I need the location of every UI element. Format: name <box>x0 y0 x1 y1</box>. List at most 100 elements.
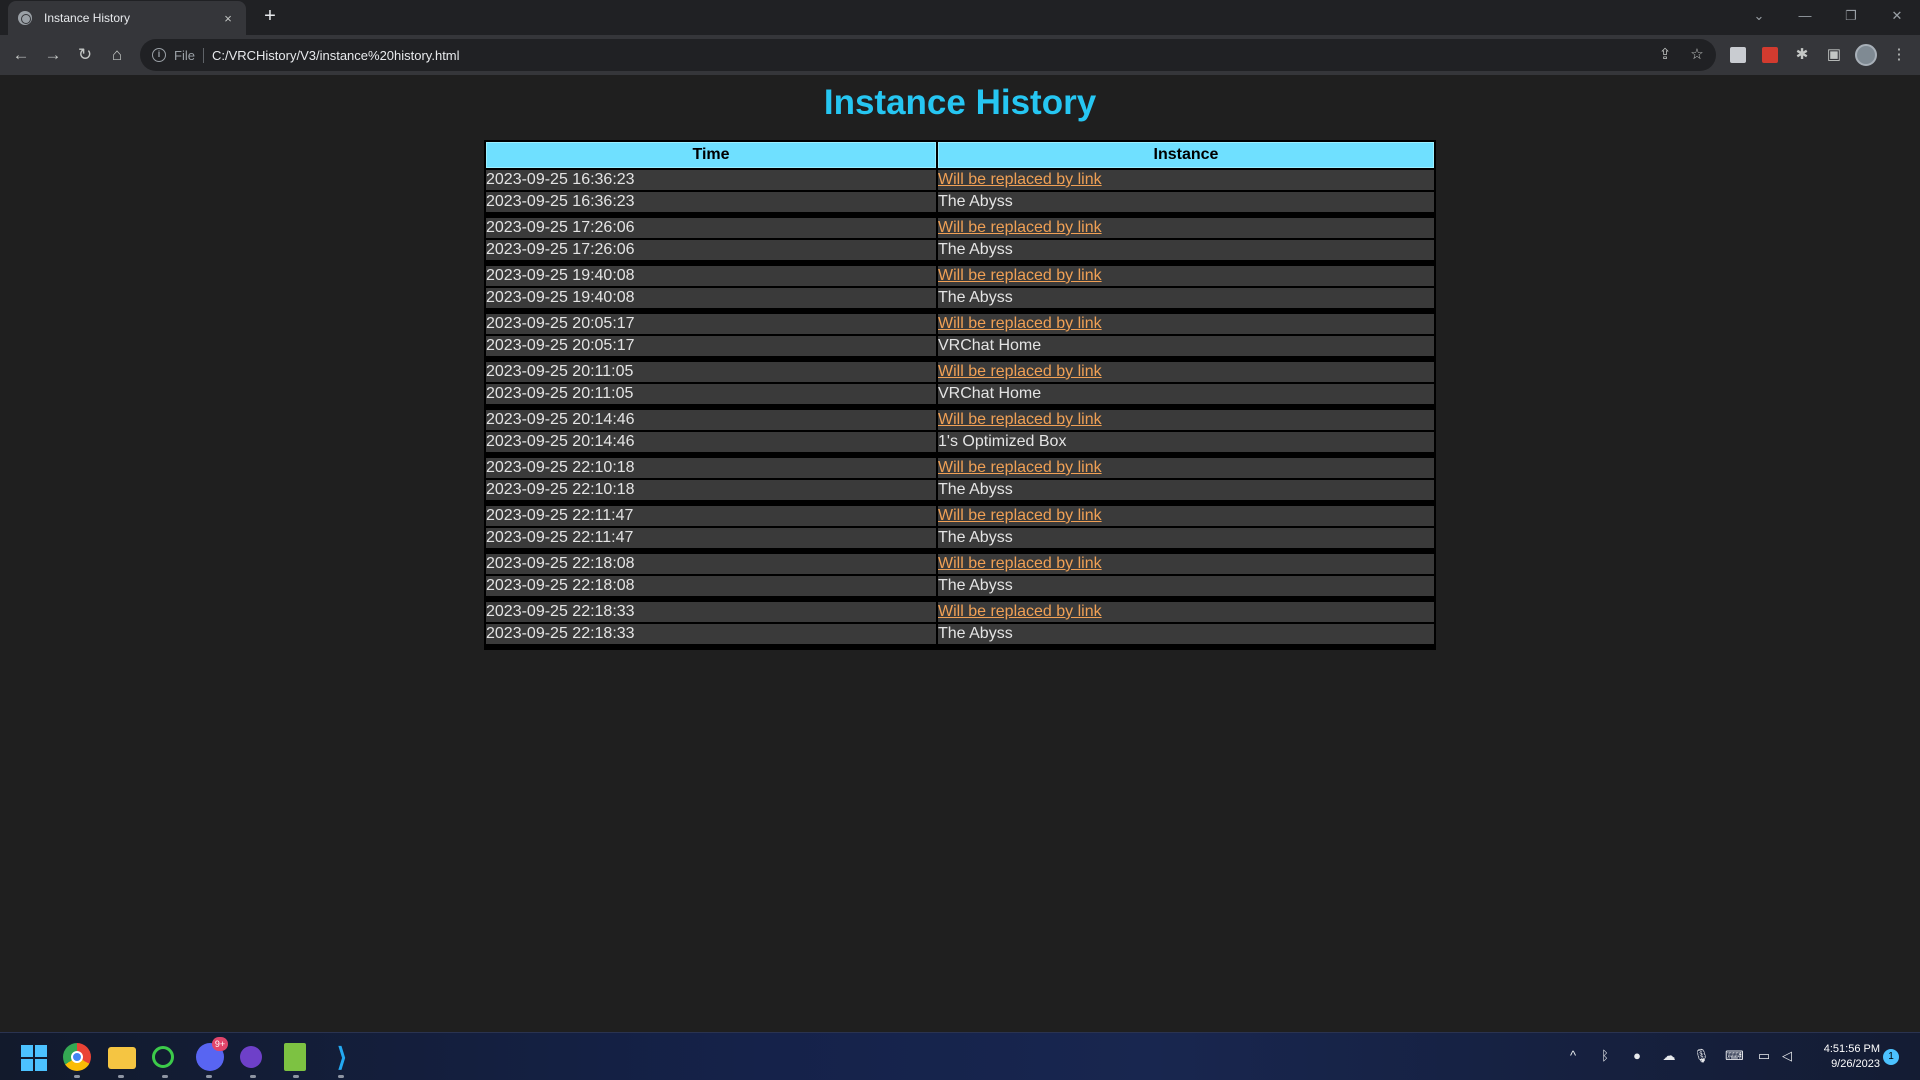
instance-name-cell: The Abyss <box>938 480 1434 500</box>
instance-link[interactable]: Will be replaced by link <box>938 363 1102 380</box>
spacer-cell <box>938 454 1434 456</box>
new-tab-button[interactable]: + <box>258 4 282 28</box>
extension-icon[interactable] <box>1762 47 1778 63</box>
running-indicator <box>118 1075 124 1078</box>
table-header-row: Time Instance <box>486 142 1434 168</box>
spacer-cell <box>938 598 1434 600</box>
onedrive-cloud-icon[interactable]: ☁ <box>1661 1048 1677 1064</box>
spacer-cell <box>486 262 936 264</box>
spacer-cell <box>938 214 1434 216</box>
spacer-cell <box>938 646 1434 648</box>
table-row: 2023-09-25 20:11:05 Will be replaced by l… <box>486 362 1434 382</box>
microphone-icon[interactable]: 🎙 <box>1693 1048 1710 1064</box>
forward-icon[interactable]: → <box>41 43 65 67</box>
table-row: 2023-09-25 22:10:18 Will be replaced by l… <box>486 458 1434 478</box>
time-cell: 2023-09-25 22:11:47 <box>486 506 936 526</box>
instance-link[interactable]: Will be replaced by link <box>938 603 1102 620</box>
steam-icon[interactable]: ● <box>1629 1048 1645 1064</box>
spacer-cell <box>486 454 936 456</box>
time-cell: 2023-09-25 19:40:08 <box>486 288 936 308</box>
row-spacer <box>486 262 1434 264</box>
address-bar[interactable]: i File C:/VRCHistory/V3/instance%20histo… <box>140 39 1716 71</box>
table-row: 2023-09-25 17:26:06 Will be replaced by l… <box>486 218 1434 238</box>
share-icon[interactable]: ⇪ <box>1653 43 1677 67</box>
notification-badge[interactable]: 1 <box>1883 1049 1899 1065</box>
app-ring-icon[interactable] <box>152 1046 174 1068</box>
discord-icon[interactable]: 9+ <box>196 1037 228 1071</box>
extension-icon[interactable] <box>1730 47 1746 63</box>
restore-icon[interactable]: ❐ <box>1836 4 1866 28</box>
instance-link[interactable]: Will be replaced by link <box>938 171 1102 188</box>
row-spacer <box>486 598 1434 600</box>
bookmark-star-icon[interactable]: ☆ <box>1685 43 1709 67</box>
tab-title: Instance History <box>44 11 131 25</box>
column-header-time: Time <box>486 142 936 168</box>
instance-cell: Will be replaced by link <box>938 554 1434 574</box>
instance-link[interactable]: Will be replaced by link <box>938 459 1102 476</box>
clock-date: 9/26/2023 <box>1831 1058 1880 1070</box>
running-indicator <box>206 1075 212 1078</box>
vscode-icon[interactable]: ⟩ <box>328 1043 356 1071</box>
instance-link[interactable]: Will be replaced by link <box>938 555 1102 572</box>
tab-close-button[interactable]: × <box>220 11 236 26</box>
system-clock[interactable]: 4:51:56 PM 9/26/2023 <box>1800 1042 1880 1072</box>
row-spacer <box>486 550 1434 552</box>
reload-icon[interactable]: ↻ <box>73 43 97 67</box>
spacer-cell <box>938 406 1434 408</box>
instance-link[interactable]: Will be replaced by link <box>938 315 1102 332</box>
table-row: 2023-09-25 20:14:46 1's Optimized Box <box>486 432 1434 452</box>
browser-toolbar: ← → ↻ ⌂ i File C:/VRCHistory/V3/instance… <box>0 35 1920 75</box>
file-explorer-icon[interactable] <box>108 1047 136 1069</box>
profile-avatar[interactable] <box>1855 44 1877 66</box>
back-icon[interactable]: ← <box>9 43 33 67</box>
browser-tab[interactable]: Instance History × <box>8 1 246 35</box>
instance-link[interactable]: Will be replaced by link <box>938 411 1102 428</box>
windows-start-icon[interactable] <box>21 1045 47 1071</box>
spacer-cell <box>486 550 936 552</box>
time-cell: 2023-09-25 17:26:06 <box>486 218 936 238</box>
table-row: 2023-09-25 22:10:18 The Abyss <box>486 480 1434 500</box>
notepad-icon[interactable] <box>284 1043 306 1071</box>
instance-link[interactable]: Will be replaced by link <box>938 507 1102 524</box>
instance-cell: Will be replaced by link <box>938 266 1434 286</box>
table-row: 2023-09-25 16:36:23 The Abyss <box>486 192 1434 212</box>
home-icon[interactable]: ⌂ <box>105 43 129 67</box>
spacer-cell <box>938 262 1434 264</box>
page-title: Instance History <box>823 83 1097 122</box>
keyboard-icon[interactable]: ⌨ <box>1725 1048 1744 1064</box>
extensions-puzzle-icon[interactable]: ✱ <box>1790 43 1814 67</box>
minimize-icon[interactable]: — <box>1790 4 1820 28</box>
volume-icon[interactable]: ◁ <box>1779 1048 1795 1064</box>
row-spacer <box>486 358 1434 360</box>
spacer-cell <box>486 502 936 504</box>
time-cell: 2023-09-25 22:10:18 <box>486 458 936 478</box>
site-info-icon[interactable]: i <box>152 48 166 62</box>
bluetooth-icon[interactable]: ᛒ <box>1597 1048 1613 1064</box>
spacer-cell <box>486 646 936 648</box>
spacer-cell <box>486 310 936 312</box>
chevron-up-icon[interactable]: ^ <box>1565 1048 1581 1064</box>
network-icon[interactable]: ▭ <box>1756 1048 1772 1064</box>
discord-badge: 9+ <box>212 1037 228 1051</box>
github-desktop-icon[interactable] <box>240 1046 262 1068</box>
url-text[interactable]: C:/VRCHistory/V3/instance%20history.html <box>212 48 460 63</box>
chrome-icon[interactable] <box>63 1043 91 1071</box>
instance-link[interactable]: Will be replaced by link <box>938 219 1102 236</box>
table-row: 2023-09-25 22:18:33 Will be replaced by l… <box>486 602 1434 622</box>
instance-link[interactable]: Will be replaced by link <box>938 267 1102 284</box>
side-panel-icon[interactable]: ▣ <box>1822 43 1846 67</box>
table-row: 2023-09-25 22:11:47 The Abyss <box>486 528 1434 548</box>
browser-tab-strip: Instance History × + ⌄ — ❐ ✕ <box>0 0 1920 35</box>
spacer-cell <box>486 598 936 600</box>
row-spacer <box>486 310 1434 312</box>
tab-search-icon[interactable]: ⌄ <box>1744 4 1774 28</box>
instance-cell: Will be replaced by link <box>938 506 1434 526</box>
window-close-icon[interactable]: ✕ <box>1882 4 1912 28</box>
url-scheme: File <box>174 47 204 63</box>
time-cell: 2023-09-25 20:11:05 <box>486 362 936 382</box>
page-content: Instance History Time Instance 2023-09-2… <box>0 75 1920 1032</box>
history-rows: 2023-09-25 16:36:23 Will be replaced by l… <box>486 170 1434 648</box>
time-cell: 2023-09-25 22:11:47 <box>486 528 936 548</box>
menu-dots-icon[interactable]: ⋮ <box>1887 43 1911 67</box>
table-row: 2023-09-25 22:18:08 The Abyss <box>486 576 1434 596</box>
